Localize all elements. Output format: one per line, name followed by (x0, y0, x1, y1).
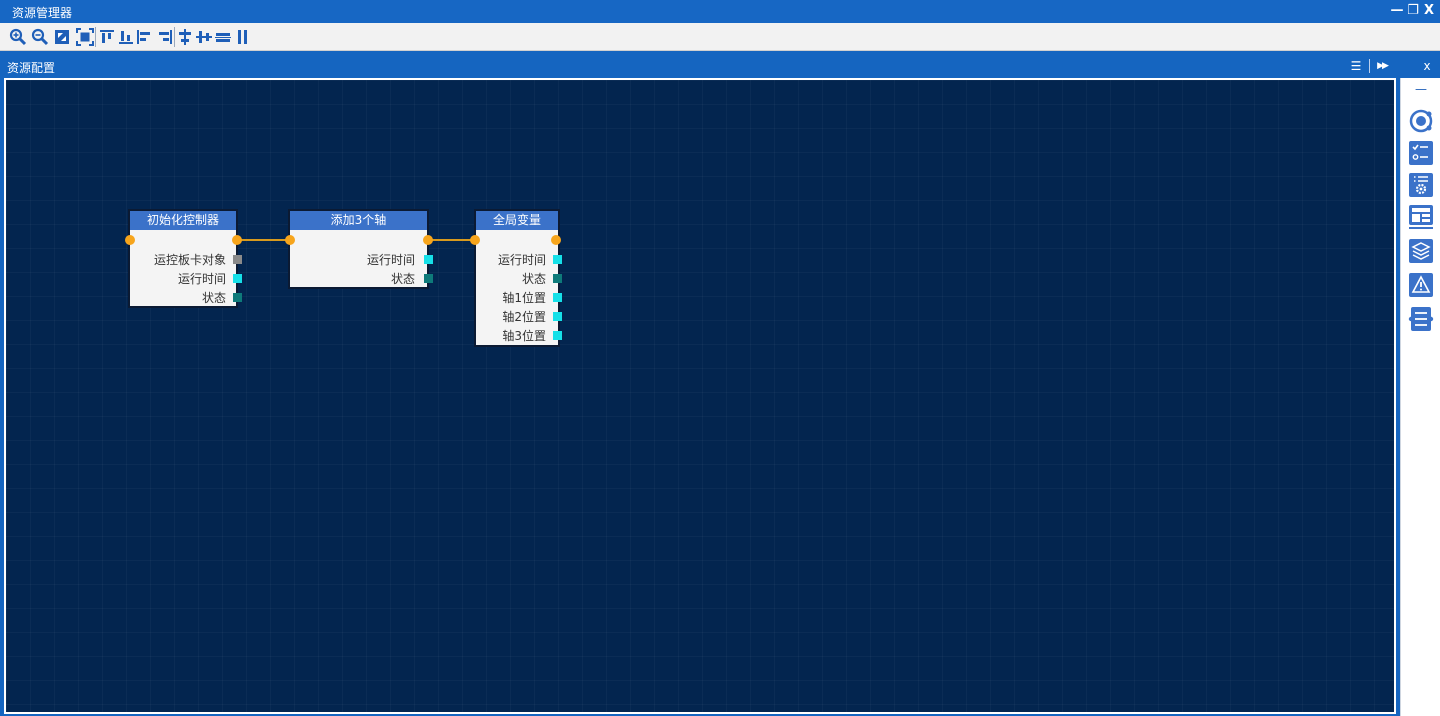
flow-output-port[interactable] (423, 235, 433, 245)
panel-expand-button[interactable]: ▶▶ (1373, 58, 1391, 74)
window-titlebar: 资源管理器 — ❐ X (0, 0, 1440, 23)
template-icon[interactable] (1408, 204, 1434, 230)
close-button[interactable]: X (1422, 2, 1436, 20)
distribute-horizontal-icon[interactable] (214, 28, 232, 46)
data-pin[interactable] (553, 293, 562, 302)
zoom-out-icon[interactable] (31, 28, 49, 46)
variable-list-icon[interactable] (1408, 306, 1434, 332)
data-pin[interactable] (424, 255, 433, 264)
data-pin[interactable] (553, 255, 562, 264)
node-row-label: 状态 (201, 291, 226, 305)
node-row-label: 轴2位置 (502, 310, 546, 324)
data-pin[interactable] (424, 274, 433, 283)
align-left-icon[interactable] (136, 28, 154, 46)
minimize-button[interactable]: — (1390, 2, 1404, 20)
panel-title: 资源配置 (7, 61, 56, 75)
connection-link[interactable] (238, 239, 290, 241)
data-pin[interactable] (233, 293, 242, 302)
node-row-label: 轴3位置 (502, 329, 546, 343)
node-row-label: 运行时间 (177, 272, 226, 286)
data-pin[interactable] (233, 255, 242, 264)
flow-node[interactable]: 初始化控制器 运控板卡对象 运行时间 状态 (128, 209, 238, 308)
node-row-label: 运行时间 (497, 253, 546, 267)
flow-input-port[interactable] (470, 235, 480, 245)
restore-button[interactable]: ❐ (1406, 2, 1420, 20)
panel-menu-button[interactable]: ☰ (1348, 58, 1364, 74)
right-sidebar: — (1400, 78, 1440, 716)
data-pin[interactable] (553, 331, 562, 340)
flow-output-port[interactable] (232, 235, 242, 245)
align-top-icon[interactable] (98, 28, 116, 46)
zoom-in-icon[interactable] (9, 28, 27, 46)
warning-icon[interactable] (1408, 272, 1434, 298)
toolbar-separator (95, 27, 96, 47)
toolbar (0, 23, 1440, 51)
sidebar-collapse-button[interactable]: — (1413, 82, 1429, 96)
flow-node[interactable]: 全局变量 运行时间 状态 轴1位置 轴2位置 轴3位置 (474, 209, 560, 347)
node-title: 全局变量 (476, 211, 558, 230)
panel-close-button[interactable]: x (1420, 58, 1434, 74)
align-bottom-icon[interactable] (117, 28, 135, 46)
window-title: 资源管理器 (12, 6, 73, 20)
flow-input-port[interactable] (125, 235, 135, 245)
target-node-icon[interactable] (1408, 108, 1434, 134)
checklist-icon[interactable] (1408, 140, 1434, 166)
flow-input-port[interactable] (285, 235, 295, 245)
node-row-label: 轴1位置 (502, 291, 546, 305)
center-horizontal-icon[interactable] (176, 28, 194, 46)
node-title: 初始化控制器 (130, 211, 236, 230)
node-row-label: 运控板卡对象 (153, 253, 226, 267)
connection-link[interactable] (428, 239, 476, 241)
flow-node[interactable]: 添加3个轴 运行时间 状态 (288, 209, 429, 289)
fit-selection-icon[interactable] (76, 28, 94, 46)
panel-header-separator (1369, 59, 1370, 73)
node-row-label: 运行时间 (366, 253, 415, 267)
distribute-vertical-icon[interactable] (233, 28, 251, 46)
node-row-label: 状态 (390, 272, 415, 286)
align-right-icon[interactable] (155, 28, 173, 46)
flow-canvas[interactable]: 初始化控制器 运控板卡对象 运行时间 状态 添加3个轴 运行时间 状态 全局变量… (4, 78, 1396, 714)
fit-window-icon[interactable] (53, 28, 71, 46)
center-vertical-icon[interactable] (195, 28, 213, 46)
flow-output-port[interactable] (551, 235, 561, 245)
toolbar-separator (174, 27, 175, 47)
data-pin[interactable] (233, 274, 242, 283)
data-pin[interactable] (553, 274, 562, 283)
layers-icon[interactable] (1408, 238, 1434, 264)
settings-list-icon[interactable] (1408, 172, 1434, 198)
node-title: 添加3个轴 (290, 211, 427, 230)
data-pin[interactable] (553, 312, 562, 321)
panel-header: 资源配置 ☰ ▶▶ x (0, 56, 1440, 76)
node-row-label: 状态 (521, 272, 546, 286)
